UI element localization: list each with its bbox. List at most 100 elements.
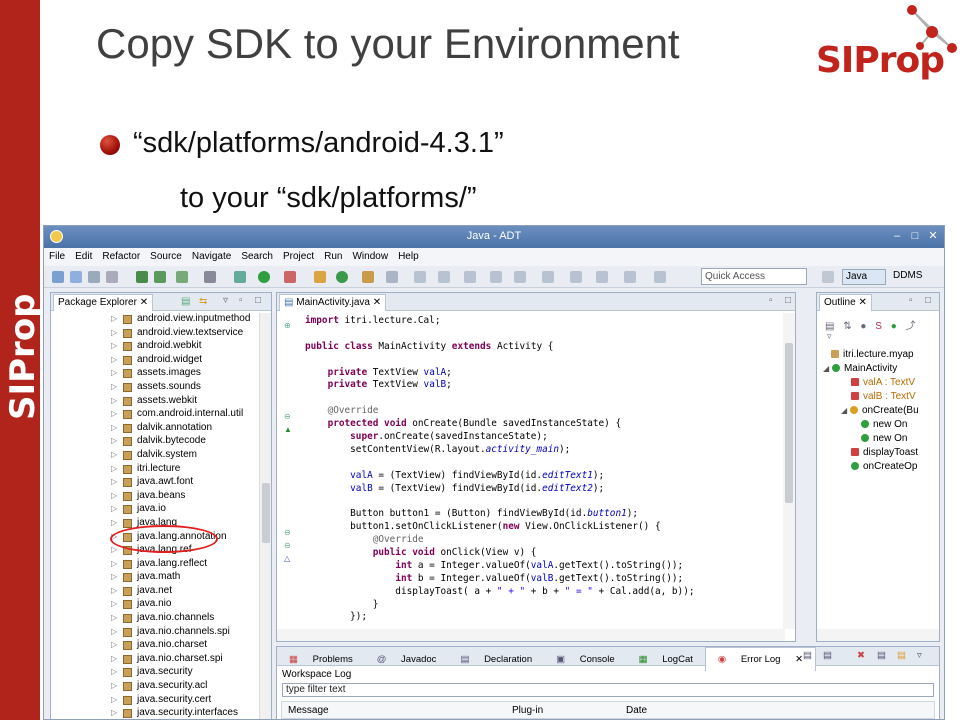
expand-arrow-icon[interactable]: ▷ (111, 599, 117, 608)
toggle-mark-icon[interactable] (654, 271, 666, 283)
prev-annotation-icon[interactable] (438, 271, 450, 283)
expand-arrow-icon[interactable]: ▷ (111, 341, 117, 350)
android-sdk-icon[interactable] (136, 271, 148, 283)
maximize-editor-icon[interactable]: □ (785, 295, 791, 306)
package-item[interactable]: ▷ com.android.internal.util (51, 408, 259, 422)
package-item[interactable]: ▷ java.security.interfaces (51, 707, 259, 719)
checkbox-icon[interactable] (176, 271, 188, 283)
outline-item-import[interactable]: itri.lecture.myap (831, 349, 914, 360)
outline-item-displaytoast[interactable]: displayToast (851, 447, 918, 458)
package-item[interactable]: ▷ dalvik.system (51, 449, 259, 463)
next-annotation-icon[interactable] (414, 271, 426, 283)
menu-window[interactable]: Window (347, 248, 393, 262)
expand-arrow-icon[interactable]: ▷ (111, 572, 117, 581)
hide-fields-icon[interactable]: ● (860, 321, 866, 332)
forward-icon[interactable] (514, 271, 526, 283)
last-edit-icon[interactable] (464, 271, 476, 283)
save-all-icon[interactable] (88, 271, 100, 283)
outline-item-oncreate[interactable]: ◢ onCreate(Bu (841, 405, 919, 416)
package-item[interactable]: ▷ java.nio.charset (51, 639, 259, 653)
expand-arrow-icon[interactable]: ▷ (111, 681, 117, 690)
tab-logcat[interactable]: ▦ LogCat (627, 648, 705, 671)
navigate-left-icon[interactable] (570, 271, 582, 283)
expand-arrow-icon[interactable]: ▷ (111, 436, 117, 445)
expand-arrow-icon[interactable]: ▷ (111, 667, 117, 676)
expand-arrow-icon[interactable]: ▷ (111, 464, 117, 473)
lint-icon[interactable] (204, 271, 216, 283)
menu-file[interactable]: File (44, 248, 70, 262)
import-log-icon[interactable]: ▤ (817, 647, 838, 664)
expand-arrow-icon[interactable]: ▷ (111, 477, 117, 486)
expand-arrow-icon[interactable]: ▷ (111, 695, 117, 704)
new-icon[interactable] (52, 271, 64, 283)
outline-menu-icon[interactable]: ▿ (827, 331, 832, 342)
package-scroll-thumb[interactable] (262, 483, 270, 543)
outline-item-oncreateoptions[interactable]: onCreateOp (851, 461, 917, 472)
package-item[interactable]: ▷ java.security (51, 666, 259, 680)
expand-arrow-icon[interactable]: ▷ (111, 504, 117, 513)
search-icon[interactable] (386, 271, 398, 283)
navigate-next-icon[interactable] (624, 271, 636, 283)
fold-icon[interactable]: ⊖ (284, 541, 291, 550)
expand-arrow-icon[interactable]: ▷ (111, 545, 117, 554)
editor-scroll-thumb[interactable] (785, 343, 793, 503)
close-tab-icon[interactable]: ✕ (373, 297, 381, 308)
new-java-project-icon[interactable] (314, 271, 326, 283)
package-item[interactable]: ▷ java.net (51, 585, 259, 599)
expand-arrow-icon[interactable]: ▷ (111, 627, 117, 636)
expand-arrow-icon[interactable]: ▷ (111, 355, 117, 364)
expand-arrow-icon[interactable]: ▷ (111, 314, 117, 323)
editor-horizontal-scrollbar[interactable] (277, 629, 785, 641)
tab-problems[interactable]: ▦ Problems (277, 648, 365, 671)
package-item[interactable]: ▷ java.lang.reflect (51, 558, 259, 572)
outline-item-class[interactable]: ◢ MainActivity (823, 363, 897, 374)
close-tab-icon[interactable]: ✕ (140, 297, 148, 308)
debug-icon[interactable] (234, 271, 246, 283)
package-item[interactable]: ▷ dalvik.bytecode (51, 435, 259, 449)
expand-arrow-icon[interactable]: ▷ (111, 368, 117, 377)
export-log-icon[interactable]: ▤ (797, 647, 818, 664)
tab-package-explorer[interactable]: Package Explorer ✕ (53, 294, 154, 311)
package-item[interactable]: ▷ android.webkit (51, 340, 259, 354)
collapse-all-icon[interactable]: ▤ (181, 296, 190, 307)
fold-icon[interactable]: ⊖ (284, 412, 291, 421)
print-icon[interactable] (106, 271, 118, 283)
open-log-icon[interactable]: ▤ (891, 647, 912, 664)
package-scrollbar[interactable] (259, 313, 271, 719)
menu-project[interactable]: Project (278, 248, 319, 262)
column-date[interactable]: Date (626, 705, 647, 716)
menu-search[interactable]: Search (236, 248, 278, 262)
expand-arrow-icon[interactable]: ▷ (111, 382, 117, 391)
expand-arrow-icon[interactable]: ▷ (111, 491, 117, 500)
column-message[interactable]: Message (288, 705, 329, 716)
package-item[interactable]: ▷ java.nio.channels.spi (51, 626, 259, 640)
navigate-right-icon[interactable] (596, 271, 608, 283)
close-icon[interactable]: ✕ (926, 229, 940, 243)
minimize-view-icon[interactable]: ▫ (909, 295, 913, 306)
clear-log-icon[interactable]: ✖ (851, 647, 871, 664)
menu-source[interactable]: Source (145, 248, 187, 262)
quick-access-input[interactable]: Quick Access (701, 268, 807, 285)
save-icon[interactable] (70, 271, 82, 283)
outline-horizontal-scrollbar[interactable] (817, 629, 939, 641)
menu-help[interactable]: Help (393, 248, 424, 262)
expand-arrow-icon[interactable]: ▷ (111, 613, 117, 622)
package-item[interactable]: ▷ java.nio.charset.spi (51, 653, 259, 667)
package-item[interactable]: ▷ java.awt.font (51, 476, 259, 490)
outline-item-anon1[interactable]: new On (861, 419, 907, 430)
expand-arrow-icon[interactable]: ▷ (111, 654, 117, 663)
expand-arrow-icon[interactable]: ▷ (111, 450, 117, 459)
package-item[interactable]: ▷ java.nio.channels (51, 612, 259, 626)
view-menu-icon[interactable]: ▿ (911, 647, 928, 664)
package-item[interactable]: ▷ android.widget (51, 354, 259, 368)
open-perspective-icon[interactable] (822, 271, 834, 283)
minimize-icon[interactable]: – (890, 229, 904, 243)
package-item[interactable]: ▷ java.io (51, 503, 259, 517)
package-item[interactable]: ▷ java.beans (51, 490, 259, 504)
fold-icon[interactable]: ⊖ (284, 528, 291, 537)
tab-console[interactable]: ▣ Console (544, 648, 626, 671)
outline-item-field-vala[interactable]: valA : TextV (851, 377, 915, 388)
hide-static-icon[interactable]: S (875, 321, 882, 332)
package-item[interactable]: ▷ java.nio (51, 598, 259, 612)
code-text[interactable]: import itri.lecture.Cal; public class Mai… (305, 315, 695, 624)
